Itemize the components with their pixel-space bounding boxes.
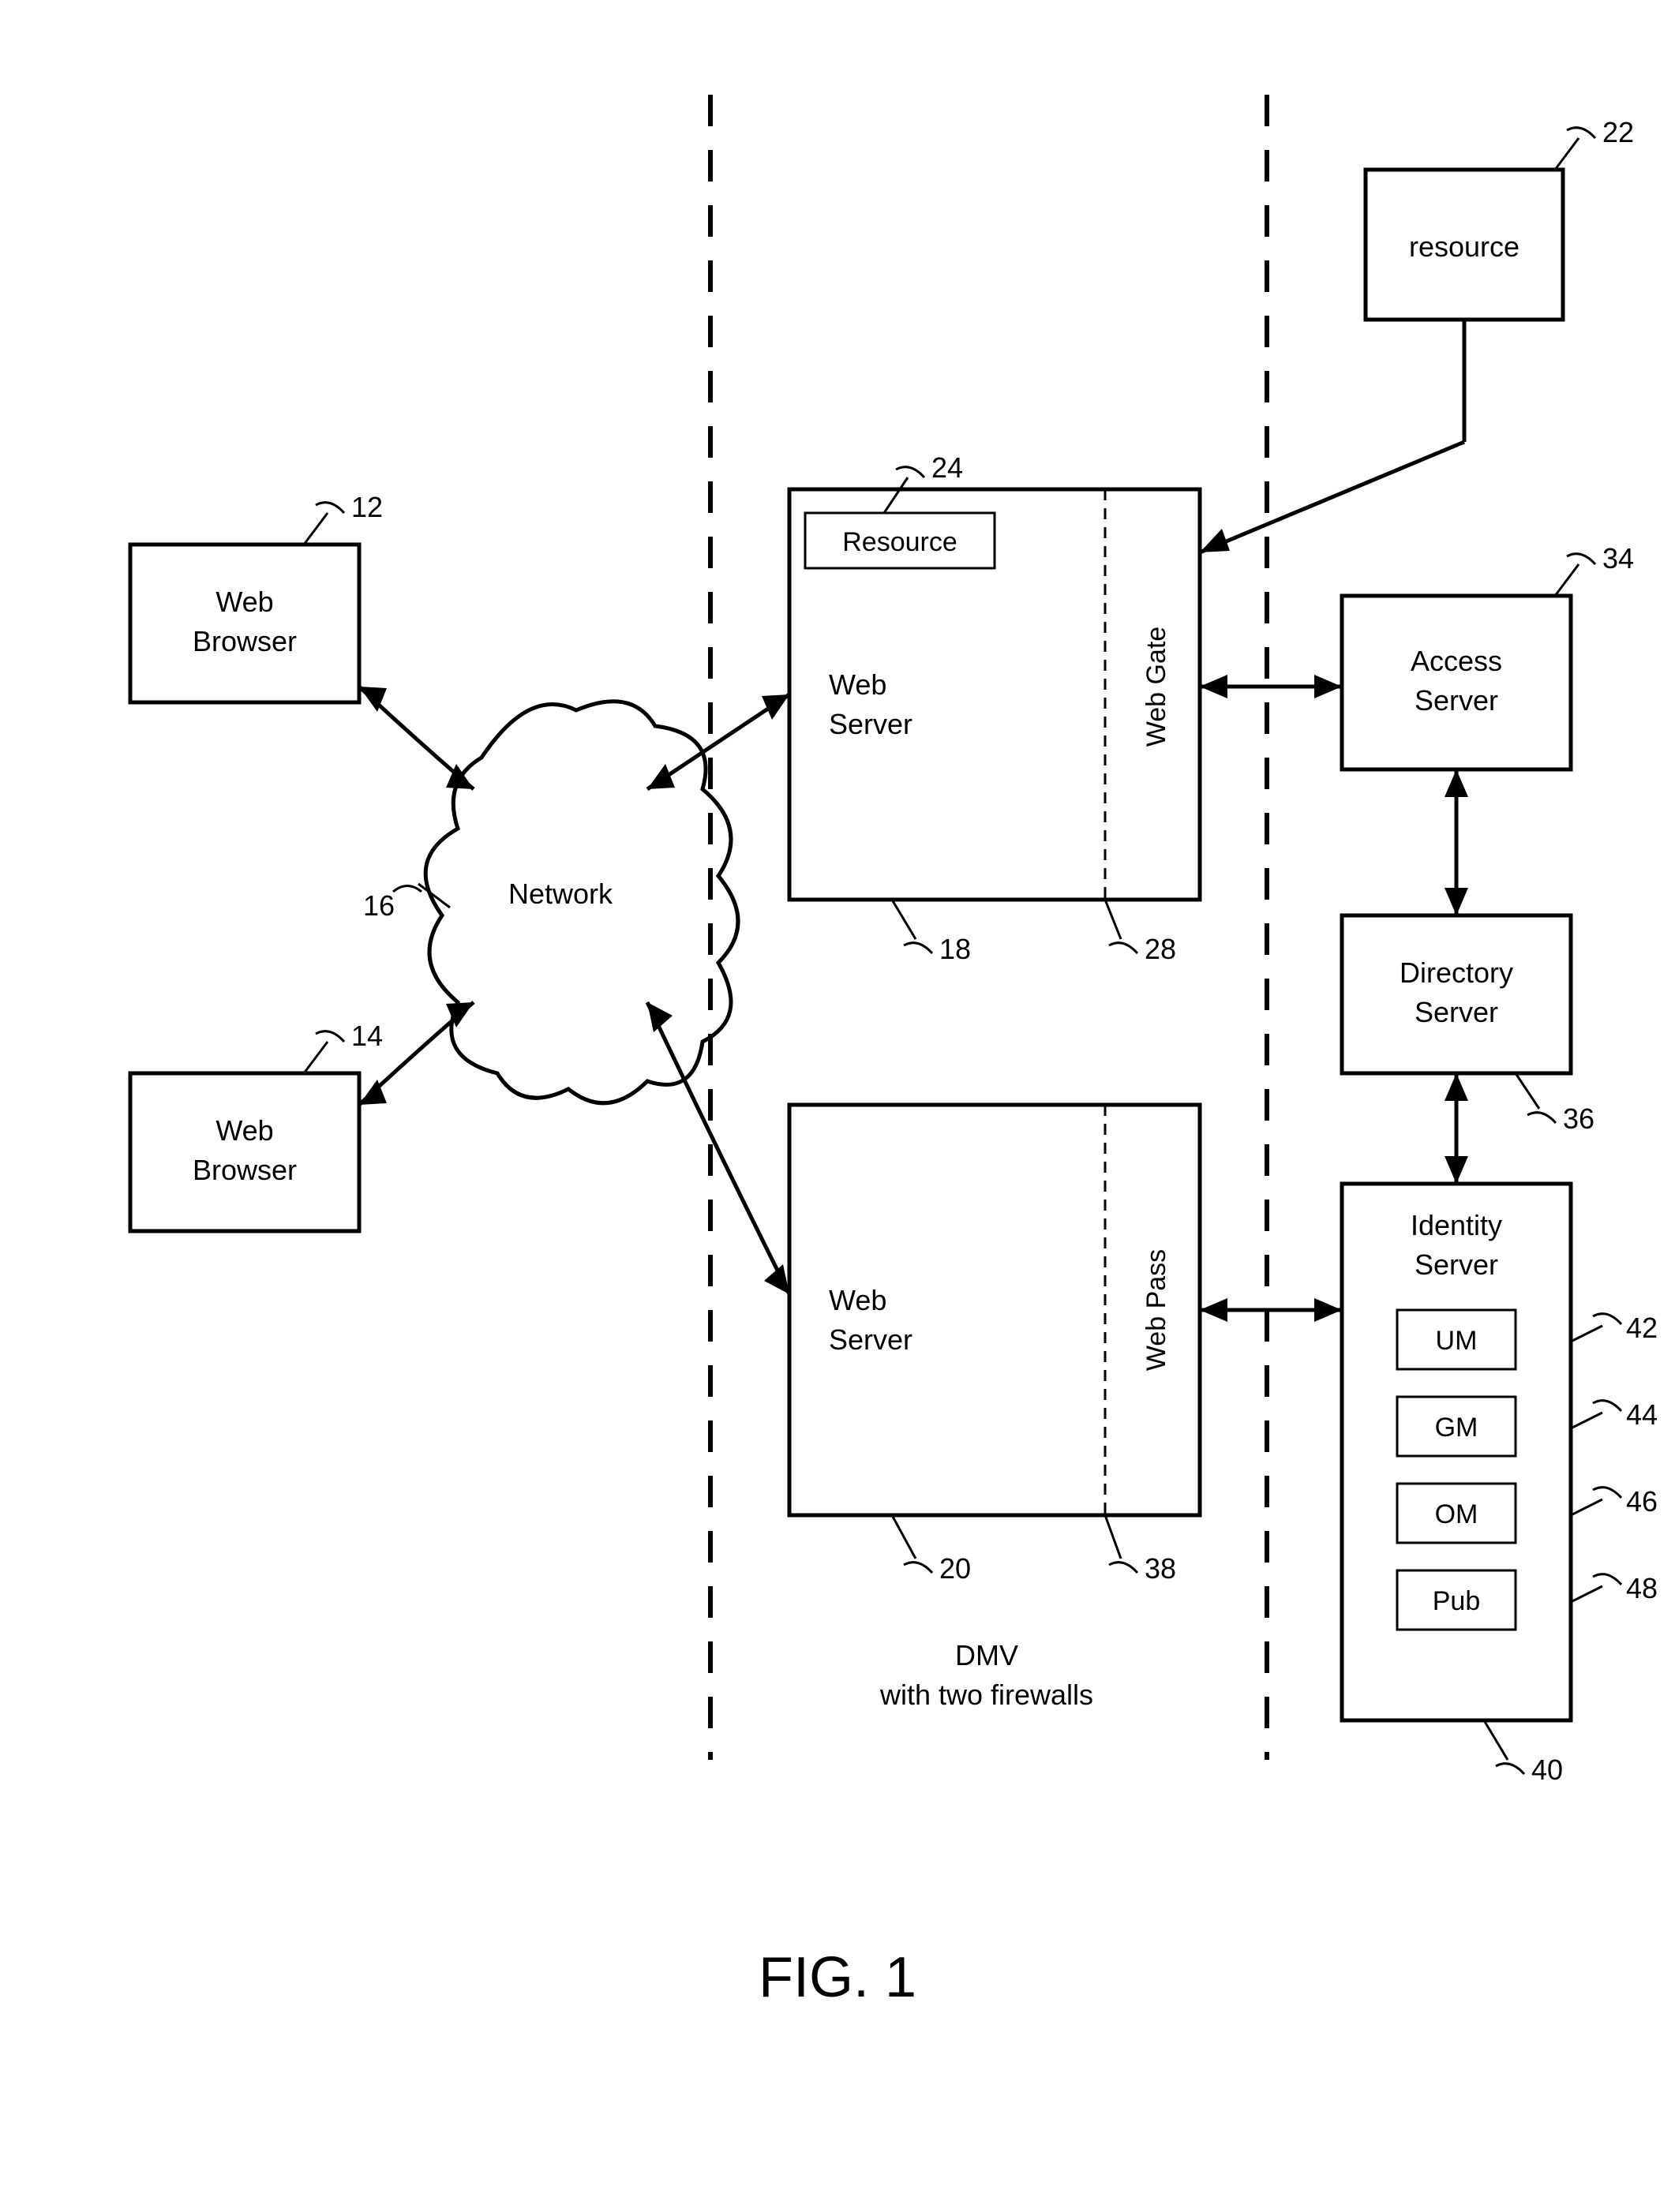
- directory-l2: Server: [1415, 996, 1498, 1028]
- web-server-1: Web Gate Web Server Resource 24 18 28: [789, 451, 1200, 965]
- conn-resource-ws1: [1200, 442, 1464, 552]
- network-cloud: Network 16: [363, 702, 738, 1103]
- access-l1: Access: [1411, 645, 1502, 677]
- directory-ref: 36: [1563, 1102, 1594, 1135]
- dmz-line2: with two firewalls: [879, 1679, 1093, 1711]
- web-browser-1-l2: Browser: [193, 625, 297, 657]
- conn-ws1-access: [1200, 675, 1342, 698]
- conn-directory-identity: [1445, 1073, 1468, 1184]
- resource-box: resource 22: [1366, 116, 1634, 442]
- resource-label: resource: [1409, 230, 1519, 263]
- web-server-2-l2: Server: [829, 1323, 912, 1356]
- identity-ref: 40: [1531, 1754, 1563, 1786]
- conn-access-directory: [1445, 769, 1468, 915]
- figure-caption: FIG. 1: [759, 1946, 916, 2009]
- web-browser-1-ref: 12: [351, 491, 383, 523]
- om-label: OM: [1435, 1499, 1478, 1529]
- identity-l2: Server: [1415, 1248, 1498, 1281]
- um-label: UM: [1436, 1326, 1478, 1356]
- inner-resource-ref: 24: [931, 451, 963, 484]
- network-ref: 16: [363, 889, 395, 922]
- web-server-2-ref: 20: [939, 1552, 971, 1585]
- web-browser-2-l1: Web: [215, 1114, 273, 1147]
- web-gate-label: Web Gate: [1141, 627, 1171, 747]
- um-ref: 42: [1626, 1312, 1658, 1344]
- conn-network-ws2: [647, 1002, 789, 1294]
- access-server: Access Server 34: [1342, 542, 1634, 769]
- directory-server: Directory Server 36: [1342, 915, 1594, 1135]
- pub-label: Pub: [1433, 1586, 1481, 1616]
- web-gate-ref: 28: [1145, 933, 1176, 965]
- identity-server: Identity Server UM 42 GM 44 OM 46 Pub 48…: [1342, 1184, 1658, 1786]
- web-browser-2: Web Browser 14: [130, 1020, 383, 1231]
- conn-ws2-identity: [1200, 1298, 1342, 1322]
- web-browser-1-l1: Web: [215, 586, 273, 618]
- access-ref: 34: [1602, 542, 1634, 575]
- conn-browser1-network: [359, 687, 474, 789]
- access-l2: Server: [1415, 684, 1498, 717]
- web-server-2-l1: Web: [829, 1284, 886, 1316]
- web-server-1-ref: 18: [939, 933, 971, 965]
- identity-l1: Identity: [1411, 1209, 1502, 1241]
- pub-ref: 48: [1626, 1572, 1658, 1604]
- om-ref: 46: [1626, 1485, 1658, 1518]
- conn-browser2-network: [359, 1002, 474, 1105]
- dmz-line1: DMV: [955, 1639, 1018, 1671]
- web-browser-2-l2: Browser: [193, 1154, 297, 1186]
- web-pass-label: Web Pass: [1141, 1249, 1171, 1371]
- directory-l1: Directory: [1400, 956, 1513, 989]
- web-browser-1: Web Browser 12: [130, 491, 383, 702]
- web-server-2: Web Pass Web Server 20 38: [789, 1105, 1200, 1585]
- web-server-1-l2: Server: [829, 708, 912, 740]
- web-server-1-l1: Web: [829, 668, 886, 701]
- web-browser-2-ref: 14: [351, 1020, 383, 1052]
- inner-resource-label: Resource: [842, 527, 957, 557]
- diagram-canvas: resource 22 Web Browser 12 Web Browser 1…: [0, 0, 1675, 2212]
- conn-network-ws1: [647, 694, 789, 789]
- gm-label: GM: [1435, 1413, 1478, 1443]
- web-pass-ref: 38: [1145, 1552, 1176, 1585]
- resource-ref: 22: [1602, 116, 1634, 148]
- network-label: Network: [508, 878, 613, 910]
- gm-ref: 44: [1626, 1398, 1658, 1431]
